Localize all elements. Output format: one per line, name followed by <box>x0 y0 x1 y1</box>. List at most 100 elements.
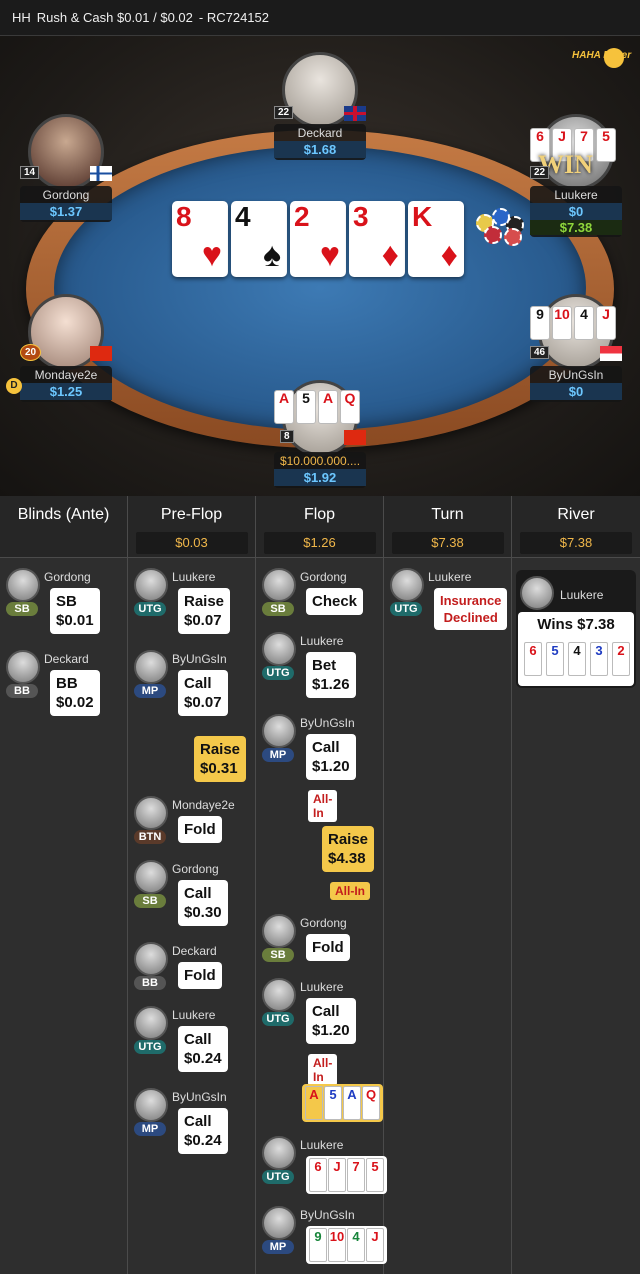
seat-luukere[interactable]: 6 J 7 5 WIN 22 Luukere $0 $7.38 <box>530 114 622 237</box>
street-label: Flop <box>303 506 336 523</box>
action-bubble: Call $0.24 <box>178 1026 228 1072</box>
flag-uk-icon <box>344 106 366 121</box>
avatar <box>134 796 168 830</box>
player-name: Luukere <box>300 1138 344 1152</box>
position-badge: SB <box>262 602 294 616</box>
level-badge: 46 <box>530 346 550 359</box>
action-bubble: Raise $0.07 <box>178 588 231 634</box>
seat-mondaye2e[interactable]: 20 Mondaye2e $1.25 D <box>6 294 112 402</box>
level-badge: 14 <box>20 166 40 179</box>
player-name: Deckard <box>172 944 217 958</box>
avatar <box>6 650 40 684</box>
player-name: Gordong <box>44 570 91 584</box>
player-name: Luukere <box>560 588 604 602</box>
player-name: Luukere <box>300 980 344 994</box>
position-badge: BB <box>134 976 166 990</box>
table-title: Rush & Cash $0.01 / $0.02 <box>36 10 193 25</box>
seat-hero[interactable]: A 5 A Q 8 $10.000.000.... $1.92 <box>274 380 366 488</box>
seat-deckard[interactable]: 22 Deckard $1.68 <box>274 52 366 160</box>
avatar <box>134 860 168 894</box>
avatar <box>262 978 296 1012</box>
avatar <box>262 1206 296 1240</box>
seat-gordong[interactable]: 14 Gordong $1.37 <box>20 114 112 222</box>
player-name: Luukere <box>172 1008 216 1022</box>
action-bubble: Bet $1.26 <box>306 652 356 698</box>
avatar <box>134 650 168 684</box>
winner-panel: Luukere Wins $7.38 6 5 4 3 2 <box>516 570 636 688</box>
position-badge: SB <box>134 894 166 908</box>
board-card: K ♦ <box>408 201 464 277</box>
showdown-cards: 9 10 4 J <box>306 1226 387 1264</box>
all-in-tag: All-In <box>308 790 338 822</box>
avatar <box>520 576 554 610</box>
name-plate: Mondaye2e $1.25 <box>20 366 112 402</box>
street-label: Turn <box>431 506 464 523</box>
action-bubble: Call $0.30 <box>178 880 228 926</box>
hole-card: 5 <box>596 128 616 162</box>
hero-action-bubble: Raise $4.38 <box>322 826 375 872</box>
won-amount: $7.38 <box>530 220 622 235</box>
flag-china-icon <box>344 430 366 445</box>
pot-amount: $1.26 <box>263 532 376 554</box>
hand-history-mode: HH <box>12 10 31 25</box>
action-bubble: BB $0.02 <box>50 670 100 716</box>
street-label: River <box>557 506 595 523</box>
hole-card: 4 <box>574 306 594 340</box>
hole-card: 5 <box>296 390 316 424</box>
player-name: Luukere <box>300 634 344 648</box>
position-badge: UTG <box>262 1170 294 1184</box>
avatar <box>262 714 296 748</box>
action-bubble: Fold <box>178 962 222 989</box>
board-card: 2 ♥ <box>290 201 346 277</box>
position-badge: BTN <box>134 830 166 844</box>
avatar <box>134 942 168 976</box>
hole-card: 9 <box>530 306 550 340</box>
insurance-status: Insurance Declined <box>434 588 508 630</box>
action-bubble: Fold <box>178 816 222 843</box>
pot-chips-icon <box>474 206 534 246</box>
action-bubble: Call $1.20 <box>306 734 356 780</box>
hole-card: A <box>274 390 294 424</box>
position-badge: SB <box>6 602 38 616</box>
all-in-tag: All-In <box>330 882 370 900</box>
street-label: Pre-Flop <box>160 506 223 523</box>
position-badge: BB <box>6 684 38 698</box>
action-bubble: Call $0.07 <box>178 670 228 716</box>
street-label: Blinds (Ante) <box>17 506 110 523</box>
level-badge: 20 <box>20 344 42 361</box>
avatar <box>134 1006 168 1040</box>
poker-table-view: HAHA Poker 8 ♥ 4 ♠ 2 ♥ 3 ♦ K ♦ 22 Deckard $1.… <box>0 36 640 496</box>
name-plate: Gordong $1.37 <box>20 186 112 222</box>
position-badge: UTG <box>262 666 294 680</box>
action-bubble: Check <box>306 588 364 615</box>
position-badge: UTG <box>134 1040 166 1054</box>
avatar <box>262 632 296 666</box>
action-bubble: Call $0.24 <box>178 1108 228 1154</box>
pot-amount: $0.03 <box>135 532 248 554</box>
position-badge: UTG <box>134 602 166 616</box>
seat-byungsin[interactable]: 9 10 4 J 46 ByUnGsIn $0 <box>530 294 622 402</box>
player-name: Gordong <box>300 916 347 930</box>
win-amount: Wins $7.38 <box>537 616 615 633</box>
logo-icon <box>604 48 624 68</box>
dealer-button: D <box>6 378 22 394</box>
position-badge: MP <box>262 748 294 762</box>
board-card: 8 ♥ <box>172 201 228 277</box>
header-bar: HH Rush & Cash $0.01 / $0.02 - RC724152 <box>0 0 640 36</box>
player-name: Deckard <box>44 652 89 666</box>
level-badge: 8 <box>280 430 294 443</box>
avatar <box>134 1088 168 1122</box>
flag-finland-icon <box>90 166 112 181</box>
position-badge: UTG <box>390 602 422 616</box>
action-bubble: Fold <box>306 934 350 961</box>
pot-amount: $7.38 <box>391 532 504 554</box>
position-badge: MP <box>134 684 166 698</box>
player-name: ByUnGsIn <box>172 1090 227 1104</box>
hand-history-columns: Blinds (Ante) Pre-Flop $0.03 Flop $1.26 Tu… <box>0 496 640 1274</box>
name-plate: $10.000.000.... $1.92 <box>274 452 366 488</box>
action-bubble: Call $1.20 <box>306 998 356 1044</box>
position-badge: MP <box>134 1122 166 1136</box>
hole-card: Q <box>340 390 360 424</box>
board-card: 3 ♦ <box>349 201 405 277</box>
position-badge: UTG <box>262 1012 294 1026</box>
